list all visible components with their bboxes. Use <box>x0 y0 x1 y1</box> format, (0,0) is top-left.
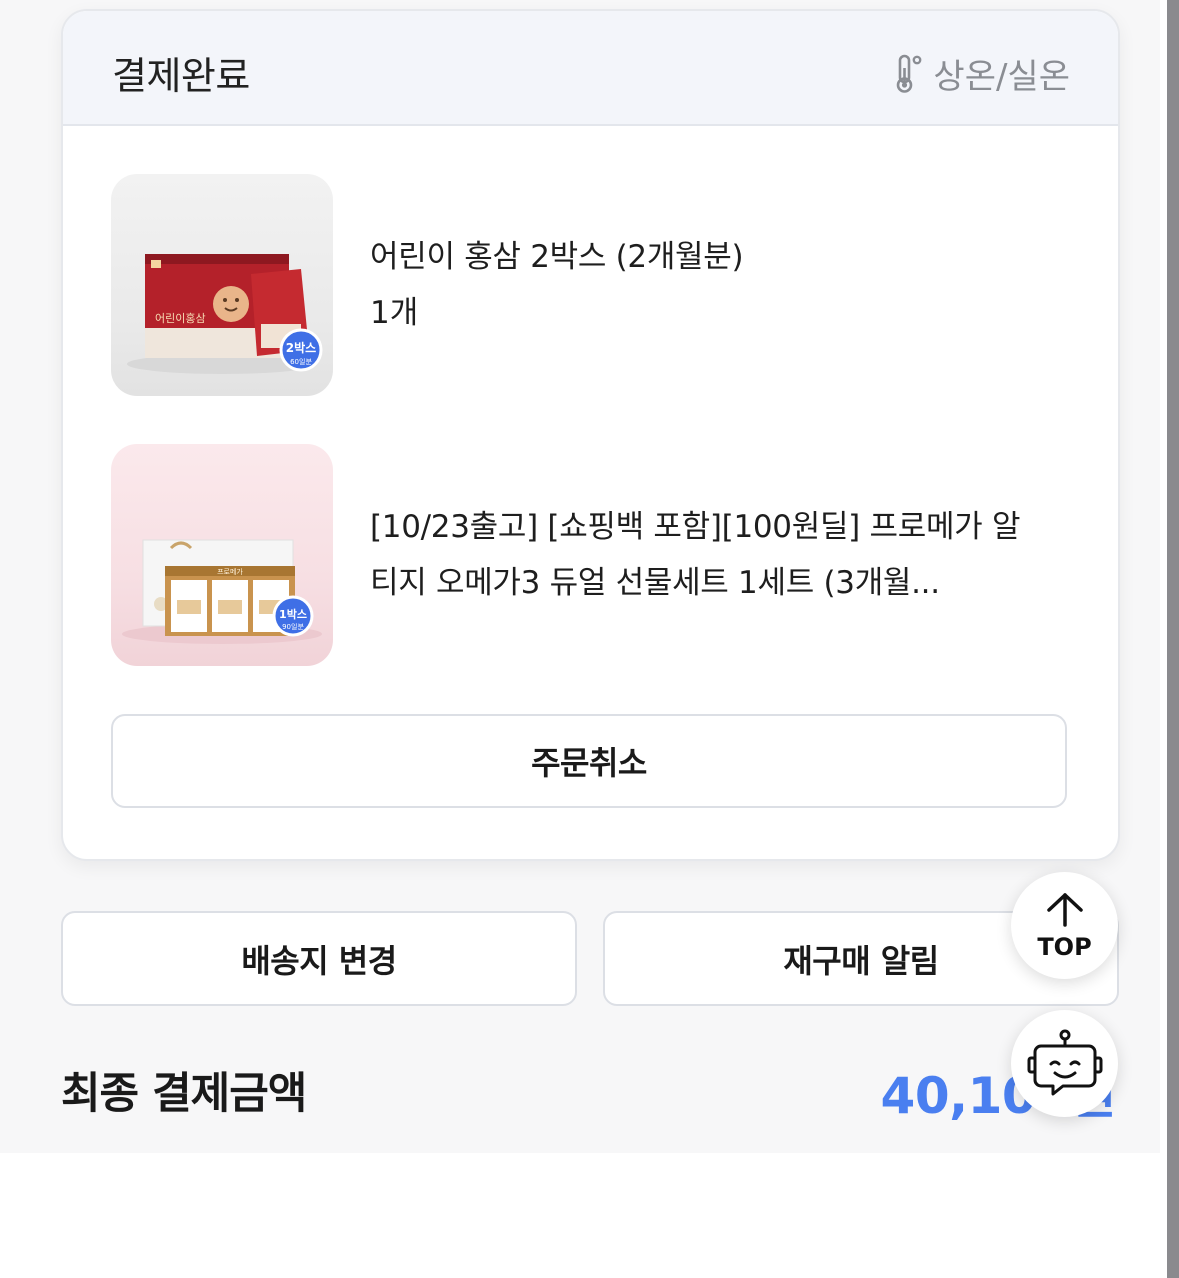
product-image-brand: 어린이홍삼 <box>155 311 206 325</box>
order-status: 결제완료 <box>112 54 250 98</box>
scroll-top-button[interactable]: TOP <box>1011 872 1118 979</box>
product-item[interactable]: 프로메가 1박스 90일분 [10/23출고] [쇼핑백 포함][100원딜] … <box>111 444 1071 666</box>
storage-type: 상온/실온 <box>895 49 1070 98</box>
change-address-button[interactable]: 배송지 변경 <box>61 911 577 1006</box>
order-card: 결제완료 상온/실온 어린이홍삼 2박스 60일분 어린이 홍삼 2박스 (2개… <box>61 9 1120 861</box>
product-image-ginseng: 어린이홍삼 2박스 60일분 <box>111 174 333 396</box>
product-image-badge: 1박스 <box>279 607 307 621</box>
order-card-header: 결제완료 상온/실온 <box>63 11 1118 126</box>
arrow-up-icon <box>1045 891 1085 931</box>
thermometer-icon <box>895 54 923 94</box>
chatbot-button[interactable] <box>1011 1010 1118 1117</box>
scrollbar[interactable] <box>1167 0 1179 1278</box>
product-image-badge: 2박스 <box>286 340 316 355</box>
product-image-omega: 프로메가 1박스 90일분 <box>111 444 333 666</box>
product-info: [10/23출고] [쇼핑백 포함][100원딜] 프로메가 알티지 오메가3 … <box>370 499 1040 611</box>
product-image-brand: 프로메가 <box>217 567 243 576</box>
cancel-order-button[interactable]: 주문취소 <box>111 714 1067 808</box>
chatbot-icon <box>1027 1028 1103 1100</box>
scroll-top-label: TOP <box>1037 932 1092 961</box>
product-name: [10/23출고] [쇼핑백 포함][100원딜] 프로메가 알티지 오메가3 … <box>370 509 1021 601</box>
product-info: 어린이 홍삼 2박스 (2개월분) 1개 <box>370 229 744 341</box>
product-item[interactable]: 어린이홍삼 2박스 60일분 어린이 홍삼 2박스 (2개월분) 1개 <box>111 174 1071 396</box>
product-image-badge-sub: 60일분 <box>290 357 312 366</box>
product-image-badge-sub: 90일분 <box>282 622 304 631</box>
final-payment-label: 최종 결제금액 <box>61 1069 307 1119</box>
product-quantity: 1개 <box>370 295 419 331</box>
storage-label: 상온/실온 <box>933 57 1070 97</box>
product-name: 어린이 홍삼 2박스 (2개월분) <box>370 239 744 275</box>
